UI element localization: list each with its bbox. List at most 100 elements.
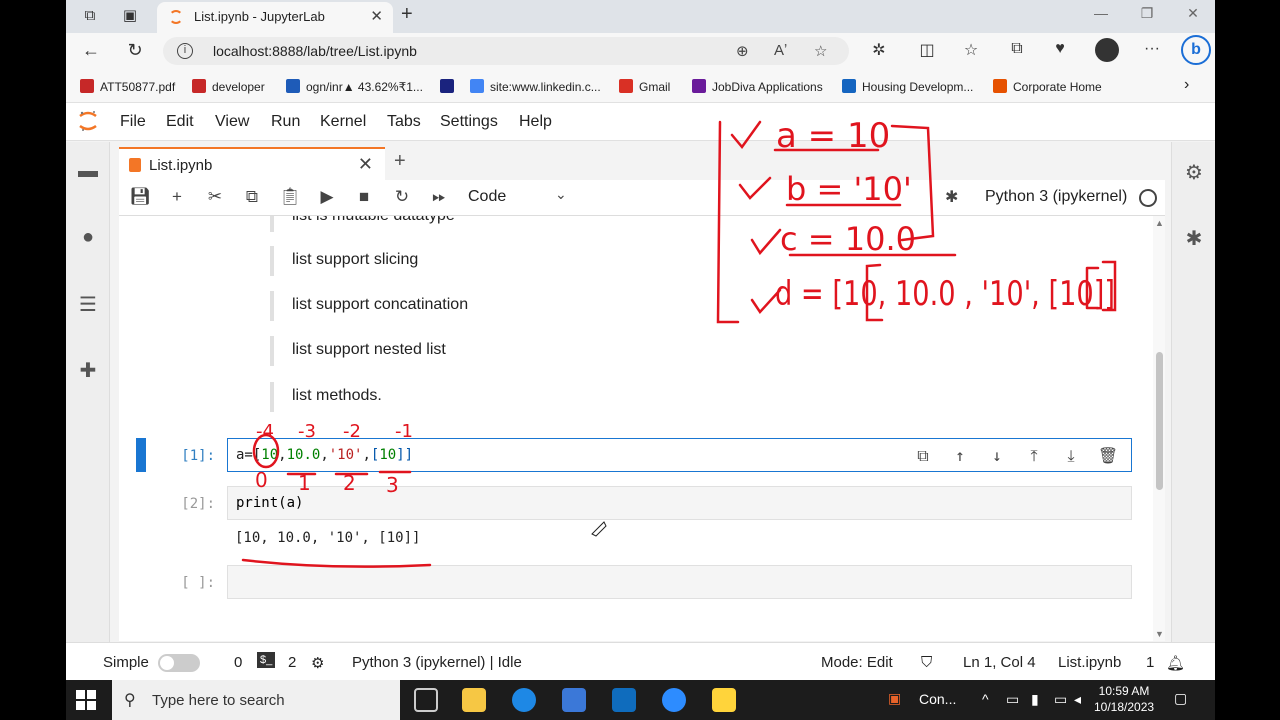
address-bar[interactable]: i localhost:8888/lab/tree/List.ipynb ⊕ A… — [163, 37, 849, 65]
close-tab-icon[interactable]: ✕ — [370, 7, 383, 25]
browser-tab[interactable]: List.ipynb - JupyterLab ✕ — [157, 2, 393, 33]
collections-icon[interactable]: ⧉ — [1006, 40, 1028, 58]
folder-icon[interactable]: ▬ — [76, 160, 100, 184]
more-menu-icon[interactable]: ··· — [1141, 40, 1163, 58]
menu-settings[interactable]: Settings — [440, 113, 498, 131]
tray-devices-icon[interactable]: ▭ — [1006, 691, 1019, 708]
menu-run[interactable]: Run — [271, 113, 300, 131]
duplicate-cell-icon[interactable]: ⧉ — [910, 446, 936, 466]
bookmark-item[interactable] — [440, 79, 460, 94]
menu-tabs[interactable]: Tabs — [387, 113, 421, 131]
favorite-star-icon[interactable]: ☆ — [814, 42, 827, 60]
windows-start-icon[interactable] — [76, 690, 96, 710]
workspaces-icon[interactable]: ⧉ — [80, 6, 100, 26]
cut-icon[interactable]: ✂ — [204, 187, 226, 207]
edge-icon[interactable] — [512, 688, 536, 712]
zoom-icon[interactable] — [662, 688, 686, 712]
simple-mode-toggle[interactable] — [158, 654, 200, 672]
code-cell-editor[interactable]: a=[10,10.0,'10',[10]] ⧉ ↑ ↓ ⤒ ⤓ 🗑︎ — [227, 438, 1132, 472]
tab-actions-icon[interactable]: ▣ — [120, 6, 140, 26]
cursor-position[interactable]: Ln 1, Col 4 — [963, 654, 1036, 671]
volume-icon[interactable]: ◂ — [1074, 691, 1081, 708]
store-icon[interactable] — [562, 688, 586, 712]
delete-cell-icon[interactable]: 🗑︎ — [1095, 446, 1121, 465]
menu-edit[interactable]: Edit — [166, 113, 194, 131]
new-launcher-icon[interactable]: + — [394, 150, 406, 173]
notebook-tab[interactable]: List.ipynb ✕ — [119, 147, 385, 180]
copy-icon[interactable]: ⧉ — [241, 187, 263, 207]
insert-above-icon[interactable]: ⤒ — [1021, 446, 1047, 466]
save-icon[interactable]: 💾︎ — [129, 187, 151, 207]
insert-below-icon[interactable]: ⤓ — [1058, 446, 1084, 466]
scroll-up-icon[interactable]: ▲ — [1155, 218, 1164, 228]
bookmark-item[interactable]: site:www.linkedin.c... — [470, 79, 601, 94]
debugger-bug-icon[interactable]: ✱ — [945, 187, 958, 207]
running-kernels-icon[interactable]: ● — [76, 226, 100, 250]
notebook-panel[interactable]: list is mutable datatype list support sl… — [119, 216, 1165, 641]
cell-type-select[interactable]: Code — [468, 188, 506, 206]
taskbar-search[interactable]: ⚲ Type here to search — [112, 680, 400, 720]
insert-cell-icon[interactable]: + — [166, 187, 188, 207]
trusted-shield-icon[interactable]: ⛉ — [921, 654, 932, 671]
minimize-icon[interactable]: — — [1086, 5, 1116, 21]
site-info-icon[interactable]: i — [177, 43, 193, 59]
close-window-icon[interactable]: ✕ — [1178, 5, 1208, 22]
con-label[interactable]: Con... — [919, 691, 956, 707]
task-view-icon[interactable] — [414, 688, 438, 712]
split-screen-icon[interactable]: ◫ — [916, 40, 938, 60]
back-icon[interactable]: ← — [80, 40, 102, 61]
system-clock[interactable]: 10:59 AM 10/18/2023 — [1094, 683, 1154, 715]
menu-kernel[interactable]: Kernel — [320, 113, 366, 131]
zoom-icon[interactable]: ⊕ — [736, 42, 749, 60]
restore-icon[interactable]: ❐ — [1132, 5, 1162, 22]
bell-icon[interactable]: 🔔︎ — [1166, 654, 1185, 672]
kernel-gear-icon[interactable]: ⚙ — [311, 654, 324, 672]
extensions-puzzle-icon[interactable]: ✚ — [76, 358, 100, 382]
read-aloud-icon[interactable]: Aʼ — [774, 42, 787, 59]
kernel-name[interactable]: Python 3 (ipykernel) — [985, 188, 1127, 206]
file-explorer-icon[interactable] — [462, 688, 486, 712]
terminal-icon[interactable]: $_ — [257, 652, 276, 668]
bing-copilot-icon[interactable]: b — [1181, 35, 1211, 65]
network-icon[interactable]: ▭ — [1054, 691, 1067, 708]
bookmark-item[interactable]: Corporate Home — [993, 79, 1102, 94]
tray-chevron-icon[interactable]: ^ — [982, 691, 989, 707]
bookmark-item[interactable]: Housing Developm... — [842, 79, 973, 94]
scrollbar[interactable]: ▲ ▼ — [1153, 216, 1165, 641]
debugger-icon[interactable]: ✱ — [1182, 226, 1206, 250]
notifications-icon[interactable]: ▢ — [1174, 690, 1187, 707]
stop-icon[interactable]: ■ — [353, 187, 375, 207]
bookmark-item[interactable]: Gmail — [619, 79, 670, 94]
refresh-icon[interactable]: ↻ — [124, 40, 146, 61]
property-inspector-gear-icon[interactable]: ⚙ — [1182, 160, 1206, 184]
bookmark-item[interactable]: JobDiva Applications — [692, 79, 823, 94]
python-icon[interactable] — [712, 688, 736, 712]
paste-icon[interactable]: 📋︎ — [279, 187, 301, 207]
scrollbar-thumb[interactable] — [1156, 352, 1163, 490]
bookmark-item[interactable]: developer — [192, 79, 265, 94]
chevron-right-icon[interactable]: › — [1184, 76, 1189, 94]
bookmark-item[interactable]: ogn/inr▲ 43.62%₹1... — [286, 79, 423, 94]
menu-view[interactable]: View — [215, 113, 249, 131]
extensions-icon[interactable]: ✲ — [868, 40, 890, 60]
code-cell-editor[interactable] — [227, 565, 1132, 599]
bookmark-item[interactable]: ATT50877.pdf — [80, 79, 175, 94]
favorites-icon[interactable]: ☆ — [960, 40, 982, 60]
run-icon[interactable]: ▶ — [316, 187, 338, 207]
profile-avatar[interactable] — [1095, 38, 1119, 62]
move-down-icon[interactable]: ↓ — [984, 446, 1010, 465]
restart-icon[interactable]: ↻ — [391, 187, 413, 207]
fast-forward-icon[interactable]: ⏩︎ — [428, 187, 450, 207]
mail-icon[interactable] — [612, 688, 636, 712]
menu-help[interactable]: Help — [519, 113, 552, 131]
microphone-icon[interactable]: ▮ — [1031, 691, 1039, 708]
performance-icon[interactable]: ♥ — [1049, 40, 1071, 58]
kernel-status-text[interactable]: Python 3 (ipykernel) | Idle — [352, 654, 522, 671]
scroll-down-icon[interactable]: ▼ — [1155, 629, 1164, 639]
code-cell-editor[interactable]: print(a) — [227, 486, 1132, 520]
table-of-contents-icon[interactable]: ☰ — [76, 292, 100, 316]
chevron-down-icon[interactable]: ⌄ — [555, 186, 567, 203]
meeting-icon[interactable]: ▣ — [888, 690, 901, 707]
close-notebook-icon[interactable]: ✕ — [358, 154, 373, 175]
new-tab-icon[interactable]: + — [401, 3, 413, 26]
